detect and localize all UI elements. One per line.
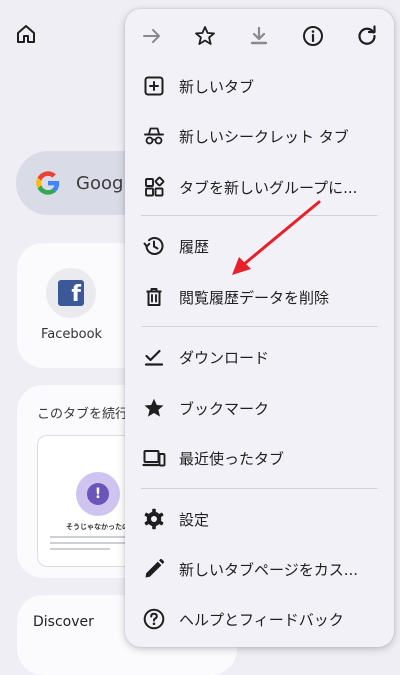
menu-item-downloads[interactable]: ダウンロード — [125, 337, 394, 377]
menu-item-label: 設定 — [179, 510, 210, 529]
facebook-shortcut[interactable]: f — [46, 268, 96, 318]
incognito-icon — [144, 127, 164, 145]
menu-item-new-tab[interactable]: 新しいタブ — [125, 66, 394, 106]
menu-item-recent-tabs[interactable]: 最近使ったタブ — [125, 438, 394, 478]
tab-group-icon — [145, 176, 165, 197]
menu-divider — [141, 488, 378, 489]
menu-item-customize-new-tab-page[interactable]: 新しいタブページをカス... — [125, 549, 394, 589]
menu-item-bookmarks[interactable]: ブックマーク — [125, 388, 394, 428]
google-logo-icon — [36, 171, 60, 195]
trash-icon — [146, 288, 162, 306]
menu-item-label: 最近使ったタブ — [179, 449, 285, 468]
pencil-icon — [145, 558, 165, 578]
history-icon — [143, 237, 164, 255]
menu-item-label: ヘルプとフィードバック — [179, 610, 344, 629]
menu-item-label: ブックマーク — [179, 399, 270, 418]
menu-item-settings[interactable]: 設定 — [125, 499, 394, 539]
discover-title: Discover — [33, 614, 94, 630]
facebook-icon: f — [58, 280, 84, 306]
menu-item-label: 新しいシークレット タブ — [179, 127, 349, 146]
menu-divider — [141, 326, 378, 327]
forward-icon[interactable] — [140, 24, 164, 48]
star-icon[interactable] — [193, 24, 217, 48]
menu-toolbar — [125, 9, 394, 63]
menu-item-label: 新しいタブページをカス... — [179, 560, 359, 579]
menu-item-label: 履歴 — [179, 237, 210, 256]
menu-item-label: 閲覧履歴データを削除 — [179, 288, 330, 307]
new-tab-icon — [144, 76, 164, 96]
help-icon — [143, 608, 165, 630]
info-icon[interactable] — [301, 24, 325, 48]
download-icon[interactable] — [247, 24, 271, 48]
menu-item-new-incognito-tab[interactable]: 新しいシークレット タブ — [125, 116, 394, 156]
settings-gear-icon — [144, 508, 164, 530]
recent-tabs-icon — [142, 450, 166, 467]
downloads-icon — [144, 349, 164, 366]
home-icon[interactable] — [14, 22, 38, 46]
refresh-icon[interactable] — [355, 24, 379, 48]
menu-item-label: 新しいタブ — [179, 77, 255, 96]
alert-icon: ! — [76, 472, 120, 516]
continue-tabs-title: このタブを続行 — [37, 407, 129, 422]
bookmark-star-icon — [144, 398, 164, 417]
facebook-shortcut-label: Facebook — [41, 327, 103, 342]
overflow-menu: 新しいタブ 新しいシークレット タブ タブを新しいグループに... 履歴 閲覧履… — [125, 9, 394, 647]
menu-item-label: ダウンロード — [179, 348, 270, 367]
annotation-arrow — [232, 200, 321, 275]
menu-item-help-feedback[interactable]: ヘルプとフィードバック — [125, 599, 394, 639]
